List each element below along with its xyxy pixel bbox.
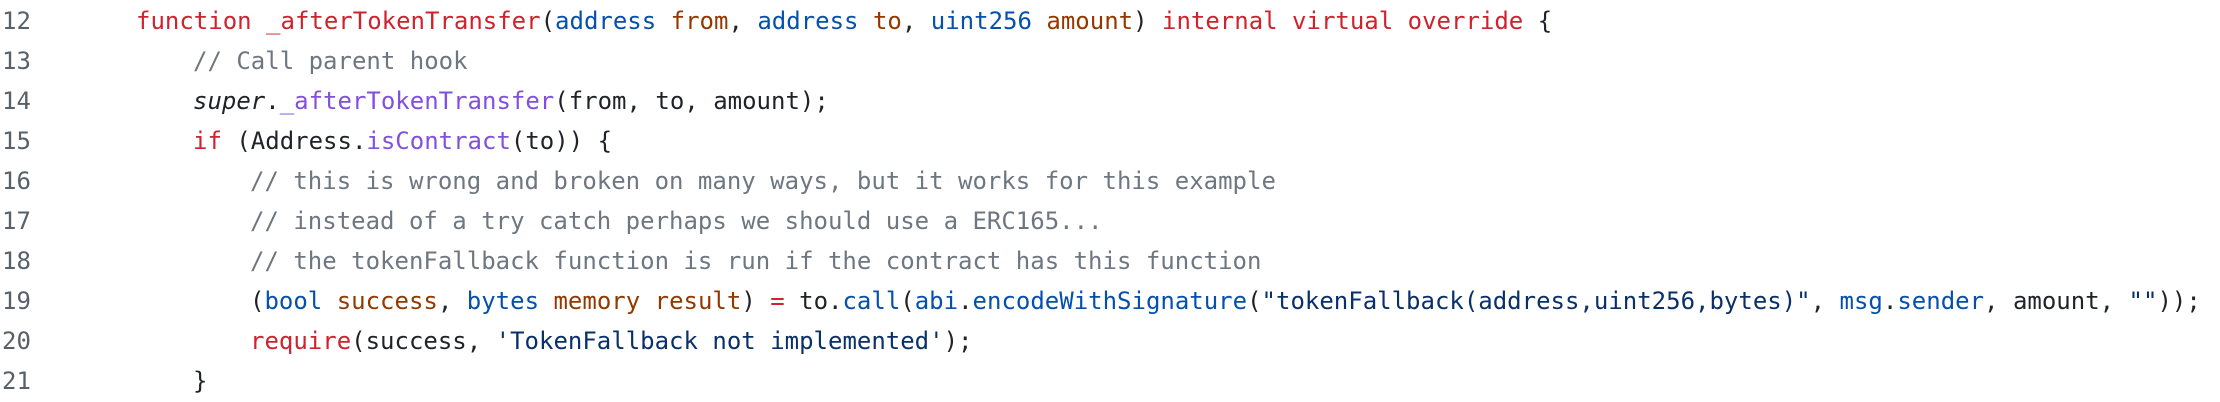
code-text: } (193, 361, 207, 401)
code-token: ); (943, 327, 973, 355)
code-token: ) (1133, 7, 1162, 35)
code-line: 18 // the tokenFallback function is run i… (0, 241, 1261, 281)
code-token: . (265, 87, 280, 115)
code-token: msg (1839, 287, 1883, 315)
code-line: 20 require(success, 'TokenFallback not im… (0, 321, 973, 361)
code-token: to (872, 7, 902, 35)
code-text: if (Address.isContract(to)) { (193, 121, 612, 161)
code-line: 14 super._afterTokenTransfer(from, to, am… (0, 81, 829, 121)
code-token: // Call parent hook (193, 47, 468, 75)
code-token: isContract (366, 127, 511, 155)
code-token: success (336, 287, 438, 315)
code-token: sender (1897, 287, 1985, 315)
code-token: 'TokenFallback not implemented' (495, 327, 944, 355)
code-token: ( (900, 287, 915, 315)
code-line: 17 // instead of a try catch perhaps we s… (0, 201, 1103, 241)
code-token: from (670, 7, 729, 35)
code-token: abi (914, 287, 959, 315)
code-token: ( (250, 287, 265, 315)
code-token: _afterTokenTransfer (266, 7, 541, 35)
code-token: call (842, 287, 901, 315)
code-text: // Call parent hook (193, 41, 468, 81)
code-token: uint256 (930, 7, 1032, 35)
code-token: result (654, 287, 742, 315)
code-token: , amount, (1984, 287, 2129, 315)
code-token: ( (1247, 287, 1262, 315)
line-number[interactable]: 16 (0, 161, 38, 201)
code-token: (success, (351, 327, 496, 355)
code-token: override (1407, 7, 1524, 35)
line-number[interactable]: 12 (0, 1, 38, 41)
code-token: (to)) { (510, 127, 613, 155)
line-number[interactable]: 19 (0, 281, 38, 321)
code-text: function _afterTokenTransfer(address fro… (136, 1, 1552, 41)
code-token: (Address. (221, 127, 367, 155)
code-token: , (437, 287, 467, 315)
code-token: , (1810, 287, 1840, 315)
code-token: (from, to, amount); (554, 87, 829, 115)
code-line: 21} (0, 361, 207, 401)
code-token: // instead of a try catch perhaps we sho… (250, 207, 1103, 235)
code-token: internal (1162, 7, 1278, 35)
code-token: amount (1046, 7, 1134, 35)
code-token: . (958, 287, 973, 315)
code-token: // this is wrong and broken on many ways… (250, 167, 1276, 195)
code-line: 15 if (Address.isContract(to)) { (0, 121, 612, 161)
code-token: address (555, 7, 657, 35)
code-line: 12 function _afterTokenTransfer(address f… (0, 1, 1552, 41)
code-line: 19 (bool success, bytes memory result) = … (0, 281, 2201, 321)
code-line: 13 // Call parent hook (0, 41, 468, 81)
code-token: bytes (466, 287, 540, 315)
code-token: "tokenFallback(address,uint256,bytes)" (1261, 287, 1811, 315)
code-token: virtual (1292, 7, 1394, 35)
code-token: = (770, 287, 785, 315)
code-token: encodeWithSignature (972, 287, 1248, 315)
line-number[interactable]: 21 (0, 361, 38, 401)
code-token: to. (784, 287, 843, 315)
code-token: super (193, 87, 266, 115)
code-token: , (901, 7, 931, 35)
code-token: ( (540, 7, 556, 35)
code-token: function (136, 7, 252, 35)
line-number[interactable]: 15 (0, 121, 38, 161)
code-text: super._afterTokenTransfer(from, to, amou… (193, 81, 829, 121)
code-token: address (757, 7, 859, 35)
code-token: require (250, 327, 352, 355)
code-text: // the tokenFallback function is run if … (250, 241, 1261, 281)
code-token: { (1523, 7, 1553, 35)
code-token: if (193, 127, 222, 155)
code-token: . (1882, 287, 1898, 315)
line-number[interactable]: 18 (0, 241, 38, 281)
code-token: _afterTokenTransfer (279, 87, 555, 115)
code-text: require(success, 'TokenFallback not impl… (250, 321, 973, 361)
code-token: ) (741, 287, 771, 315)
code-token: "" (2128, 287, 2158, 315)
code-token: } (193, 367, 208, 395)
code-token: , (728, 7, 758, 35)
code-text: // this is wrong and broken on many ways… (250, 161, 1276, 201)
code-viewer: 12 function _afterTokenTransfer(address f… (0, 0, 2220, 402)
line-number[interactable]: 17 (0, 201, 38, 241)
code-token: )); (2157, 287, 2201, 315)
line-number[interactable]: 14 (0, 81, 38, 121)
code-text: // instead of a try catch perhaps we sho… (250, 201, 1103, 241)
code-token: memory (553, 287, 641, 315)
code-line: 16 // this is wrong and broken on many wa… (0, 161, 1276, 201)
line-number[interactable]: 20 (0, 321, 38, 361)
code-token: // the tokenFallback function is run if … (250, 247, 1262, 275)
code-token: bool (264, 287, 323, 315)
code-text: (bool success, bytes memory result) = to… (250, 281, 2201, 321)
line-number[interactable]: 13 (0, 41, 38, 81)
